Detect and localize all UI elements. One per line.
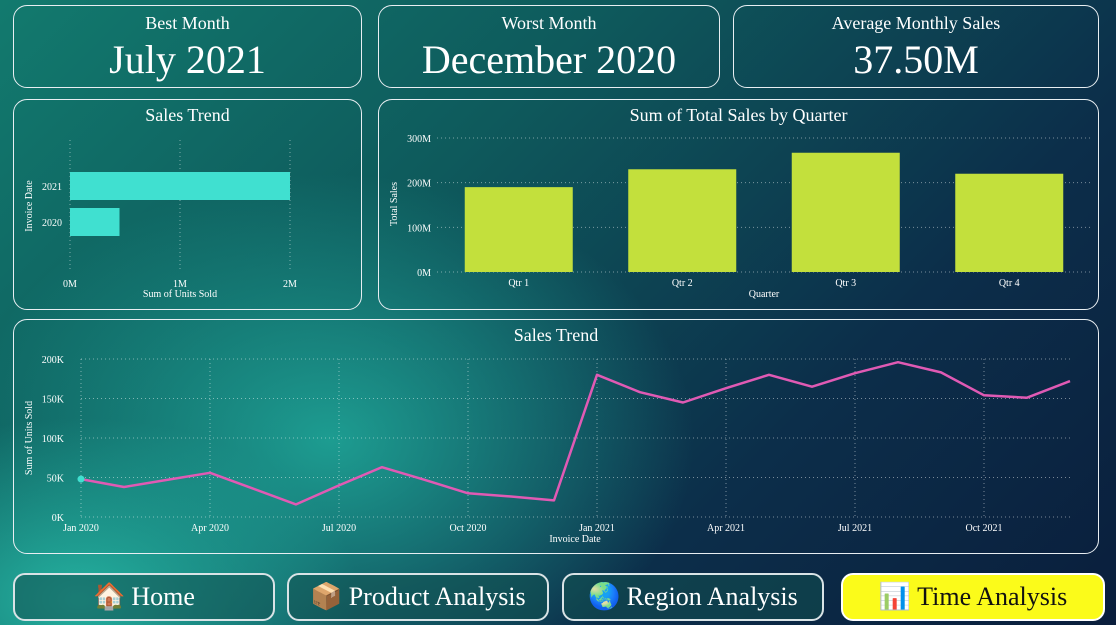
bar (791, 152, 900, 272)
y-tick-label: 100M (407, 223, 431, 234)
home-button[interactable]: 🏠 Home (13, 573, 275, 621)
y-tick-label: 0M (417, 268, 431, 279)
x-tick-label: Apr 2021 (707, 523, 745, 534)
x-axis-label: Sum of Units Sold (143, 289, 217, 300)
globe-icon: 🌏 (588, 582, 621, 612)
chart-clock-icon: 📊 (878, 582, 912, 612)
house-icon: 🏠 (93, 582, 126, 612)
y-axis-label: Invoice Date (24, 180, 35, 232)
x-tick-label: Qtr 1 (508, 278, 529, 289)
x-axis-label: Invoice Date (549, 534, 601, 545)
sales-trend-line-chart: 0K50K100K150K200KJan 2020 Apr 2020 Jul 202… (24, 355, 1071, 545)
kpi-label: Best Month (145, 13, 230, 33)
x-tick-label: Qtr 2 (672, 278, 693, 289)
y-axis-label: Sum of Units Sold (24, 401, 35, 475)
bar (70, 208, 120, 236)
region-analysis-button[interactable]: 🌏 Region Analysis (562, 573, 824, 621)
bar (955, 173, 1064, 272)
kpi-label: Worst Month (501, 13, 597, 33)
sales-trend-bar-chart: 0M 1M 2M20212020Sum of Units SoldInvoice D… (24, 140, 297, 300)
x-tick-label: 2M (283, 279, 297, 290)
kpi-label: Average Monthly Sales (831, 13, 1001, 33)
series-line (80, 360, 1071, 506)
time-analysis-button[interactable]: 📊 Time Analysis (841, 573, 1105, 621)
product-analysis-button[interactable]: 📦 Product Analysis (287, 573, 549, 621)
data-point (77, 475, 85, 483)
bar (70, 172, 290, 200)
y-tick-label: 200K (42, 355, 65, 366)
kpi-value: July 2021 (109, 37, 266, 82)
x-tick-label: 0M (63, 279, 77, 290)
bar (628, 169, 737, 272)
y-tick-label: 50K (47, 474, 65, 485)
quarter-sales-bar-chart: 0M 100M 200M 300M Qtr 1 Qtr 2 Qtr 3 Qtr 4 Quarte… (389, 134, 1091, 300)
y-tick-label: 2020 (42, 218, 62, 229)
kpi-card-average-monthly-sales: Average Monthly Sales 37.50M (733, 5, 1099, 88)
x-tick-label: Qtr 4 (999, 278, 1020, 289)
kpi-card-best-month: Best Month July 2021 (13, 5, 362, 88)
x-tick-label: Jul 2020 (322, 523, 356, 534)
x-tick-label: Oct 2020 (450, 523, 487, 534)
x-tick-label: Jan 2020 (63, 523, 99, 534)
y-tick-label: 150K (42, 395, 65, 406)
y-tick-label: 100K (42, 434, 65, 445)
x-tick-label: Oct 2021 (966, 523, 1003, 534)
x-tick-label: Jul 2021 (838, 523, 872, 534)
nav-label: Region Analysis (626, 582, 798, 611)
sales-trend-line-card: Sales Trend 0K 50K 100K 150K 200K Jan 2020 Apr… (13, 319, 1099, 554)
x-axis-label: Quarter (749, 289, 780, 300)
x-tick-label: Apr 2020 (191, 523, 229, 534)
y-tick-label: 200M (407, 179, 431, 190)
package-icon: 📦 (310, 582, 343, 612)
quarter-sales-bar-card: Sum of Total Sales by Quarter 0M 100M 200M… (378, 99, 1099, 310)
y-axis-label: Total Sales (389, 182, 400, 226)
sales-trend-bar-card: Sales Trend 0M 1M 2M 2021 2020 Sum of Units S… (13, 99, 362, 310)
y-tick-label: 2021 (42, 182, 62, 193)
bar (464, 187, 573, 272)
kpi-value: 37.50M (853, 37, 979, 82)
nav-label: Home (131, 582, 195, 611)
nav-label: Time Analysis (917, 582, 1068, 611)
nav-label: Product Analysis (348, 582, 526, 611)
kpi-card-worst-month: Worst Month December 2020 (378, 5, 720, 88)
y-tick-label: 300M (407, 134, 431, 145)
x-tick-label: Qtr 3 (835, 278, 856, 289)
kpi-value: December 2020 (421, 37, 677, 82)
x-tick-label: Jan 2021 (579, 523, 615, 534)
